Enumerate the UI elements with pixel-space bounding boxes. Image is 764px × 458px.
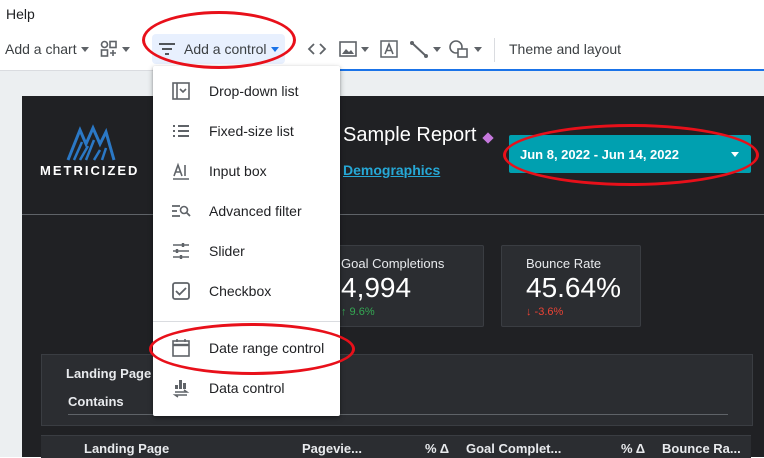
- column-header-goal-delta[interactable]: % Δ: [621, 441, 645, 456]
- column-header-goal-completions[interactable]: Goal Complet...: [466, 441, 561, 456]
- embed-button[interactable]: [307, 28, 327, 70]
- filter-field-label: Landing Page: [66, 366, 152, 381]
- text-button[interactable]: [379, 28, 399, 70]
- scorecard-value: 4,994: [341, 272, 412, 303]
- menu-item-slider[interactable]: Slider: [153, 231, 340, 271]
- advanced-filter-control[interactable]: [41, 354, 753, 426]
- text-box-icon: [380, 40, 398, 58]
- chevron-down-icon: [80, 46, 89, 52]
- chevron-down-icon: [361, 46, 369, 52]
- menu-item-label: Fixed-size list: [209, 123, 294, 139]
- report-header-divider: [22, 214, 764, 215]
- dropdown-list-icon: [172, 82, 190, 100]
- chevron-down-icon: [433, 46, 441, 52]
- menu-item-advanced-filter[interactable]: Advanced filter: [153, 191, 340, 231]
- filter-operator[interactable]: Contains: [68, 394, 124, 409]
- column-header-pageviews[interactable]: Pagevie...: [302, 441, 362, 456]
- menu-item-checkbox[interactable]: Checkbox: [153, 271, 340, 311]
- chevron-down-icon: [474, 46, 482, 52]
- community-viz-button[interactable]: [100, 28, 130, 70]
- toolbar: Add a chart Add a control Theme and layo…: [0, 28, 764, 71]
- annotation-ellipse-date-range-control: [503, 124, 759, 186]
- menu-item-fixed-size-list[interactable]: Fixed-size list: [153, 111, 340, 151]
- scorecard-delta: ↑ 9.6%: [341, 306, 375, 318]
- slider-icon: [173, 243, 189, 259]
- scorecard-bounce-rate[interactable]: Bounce Rate 45.64% ↓ -3.6%: [501, 245, 641, 327]
- scorecard-value: 45.64%: [526, 272, 621, 303]
- column-header-landing-page[interactable]: Landing Page: [84, 441, 169, 456]
- scorecard-delta: ↓ -3.6%: [526, 306, 564, 318]
- menu-item-label: Data control: [209, 380, 285, 396]
- checkbox-icon: [172, 282, 190, 300]
- menu-divider: [153, 321, 340, 322]
- code-brackets-icon: [307, 43, 327, 55]
- scorecard-title: Bounce Rate: [526, 256, 602, 271]
- theme-layout-label: Theme and layout: [509, 41, 622, 57]
- input-box-icon: [173, 162, 189, 180]
- demographics-link[interactable]: Demographics: [343, 162, 440, 178]
- metricized-logo-icon: [66, 124, 116, 161]
- logo-wordmark: METRICIZED: [40, 163, 140, 178]
- menu-bar: Help: [0, 0, 764, 28]
- menu-item-label: Input box: [209, 163, 267, 179]
- menu-item-label: Slider: [209, 243, 245, 259]
- fixed-size-list-icon: [173, 125, 189, 137]
- help-menu[interactable]: Help: [6, 6, 35, 22]
- scorecard-title: Goal Completions: [341, 256, 445, 271]
- advanced-filter-icon: [172, 205, 191, 217]
- add-chart-label: Add a chart: [5, 41, 77, 57]
- add-chart-button[interactable]: Add a chart: [5, 28, 89, 70]
- toolbar-divider: [494, 38, 495, 62]
- shapes-icon: [449, 40, 468, 58]
- community-components-icon: [100, 40, 117, 57]
- menu-item-label: Checkbox: [209, 283, 272, 299]
- menu-item-label: Drop-down list: [209, 83, 299, 99]
- menu-item-input-box[interactable]: Input box: [153, 151, 340, 191]
- column-header-pageviews-delta[interactable]: % Δ: [425, 441, 449, 456]
- line-button[interactable]: [409, 28, 441, 70]
- report-title: Sample Report: [343, 124, 477, 146]
- column-header-bounce-rate[interactable]: Bounce Ra...: [662, 441, 741, 456]
- menu-item-dropdown-list[interactable]: Drop-down list: [153, 71, 340, 111]
- annotation-ellipse-add-control: [142, 11, 296, 69]
- data-control-icon: [172, 380, 190, 398]
- menu-item-label: Advanced filter: [209, 203, 302, 219]
- image-icon: [339, 41, 357, 57]
- image-button[interactable]: [339, 28, 369, 70]
- shape-button[interactable]: [448, 28, 482, 70]
- scorecard-goal-completions[interactable]: Goal Completions 4,994 ↑ 9.6%: [318, 245, 484, 327]
- annotation-ellipse-date-range-menu-item: [149, 323, 355, 375]
- line-icon: [410, 41, 428, 58]
- chevron-down-icon: [122, 46, 130, 52]
- theme-layout-button[interactable]: Theme and layout: [509, 28, 621, 70]
